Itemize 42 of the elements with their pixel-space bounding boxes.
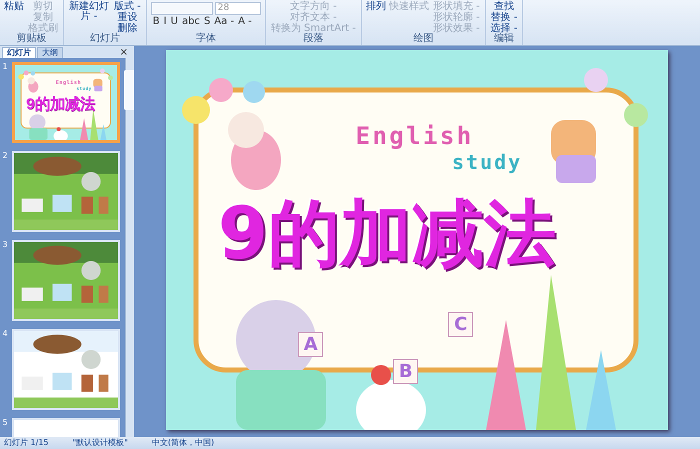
- format-button[interactable]: U: [168, 16, 180, 27]
- theme-name: "默认设计模板": [72, 437, 128, 449]
- group-label: 剪贴板: [16, 34, 48, 45]
- format-button[interactable]: abc: [180, 16, 202, 27]
- ribbon-button[interactable]: 选择 -: [490, 24, 518, 34]
- panel-tab[interactable]: 大纲: [37, 47, 63, 58]
- ribbon-button[interactable]: 替换 -: [490, 13, 518, 23]
- group-label: 编辑: [493, 34, 516, 45]
- format-button[interactable]: I: [162, 16, 169, 27]
- slide-number: 1: [1, 62, 9, 73]
- group-label: 字体: [194, 34, 217, 45]
- font-family-field[interactable]: [150, 2, 213, 15]
- slide-title: 9的加减法: [218, 196, 556, 269]
- ribbon-button[interactable]: 版式 -: [113, 2, 142, 12]
- group-label: 绘图: [412, 34, 434, 45]
- slide-count: 幻灯片 1/15: [4, 437, 49, 449]
- study-heading: study: [452, 150, 522, 174]
- format-button[interactable]: Aa -: [212, 16, 236, 27]
- slide-number: 2: [1, 151, 9, 162]
- ribbon-button[interactable]: 粘贴: [4, 2, 24, 12]
- format-button[interactable]: A -: [236, 16, 254, 27]
- language-indicator: 中文(简体，中国): [152, 437, 214, 449]
- slide-number: 4: [1, 329, 9, 340]
- ribbon-button[interactable]: 新建幻灯片 -: [68, 2, 110, 22]
- close-icon[interactable]: ×: [120, 48, 134, 58]
- group-label: 幻灯片: [88, 34, 121, 45]
- format-button[interactable]: S: [202, 16, 212, 27]
- scrollbar-thumb[interactable]: [124, 70, 134, 110]
- format-button[interactable]: B: [150, 16, 162, 27]
- ribbon-button[interactable]: 排列: [366, 2, 386, 12]
- letter-block: C: [448, 312, 474, 338]
- letter-block: A: [298, 332, 324, 358]
- ribbon-button[interactable]: 重设: [113, 13, 142, 23]
- panel-tab[interactable]: 幻灯片: [2, 47, 36, 58]
- letter-block: B: [393, 359, 418, 384]
- english-heading: English: [356, 122, 474, 150]
- slide-title: 9的加减法: [26, 96, 95, 112]
- group-label: 段落: [302, 34, 324, 45]
- ribbon-button[interactable]: 查找: [490, 2, 518, 12]
- slide-number: 5: [1, 418, 9, 429]
- slide-number: 3: [1, 240, 9, 251]
- ribbon-button[interactable]: 删除: [113, 24, 142, 34]
